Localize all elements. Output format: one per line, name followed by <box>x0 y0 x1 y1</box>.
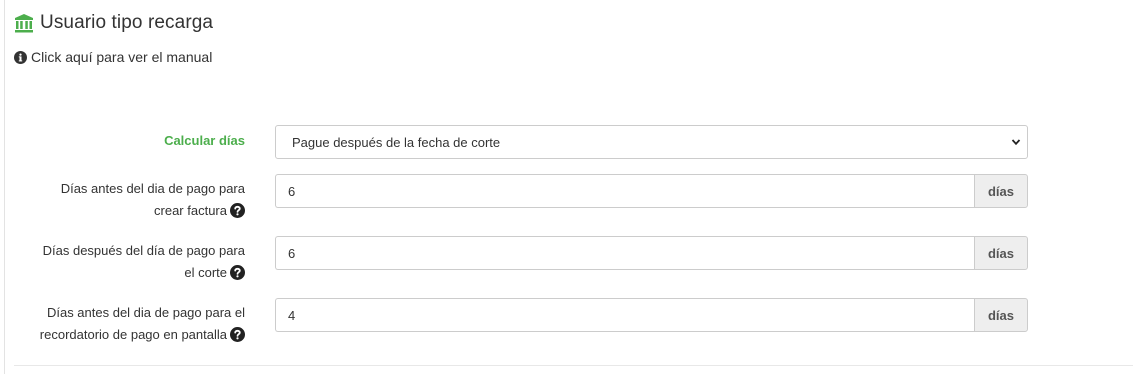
dias-despues-corte-label-line2: el corte <box>184 265 227 280</box>
help-icon[interactable] <box>230 203 245 218</box>
dias-antes-factura-input[interactable] <box>275 174 974 208</box>
panel-divider <box>14 365 1133 366</box>
dias-despues-corte-group: días <box>275 236 1028 270</box>
dias-antes-factura-label-line2: crear factura <box>154 203 227 218</box>
info-icon <box>14 50 27 64</box>
help-icon[interactable] <box>230 265 245 280</box>
dias-addon: días <box>974 174 1028 208</box>
dias-antes-recordatorio-label-line1: Días antes del dia de pago para el <box>46 305 245 320</box>
dias-despues-corte-label-line1: Días después del día de pago para <box>42 243 245 258</box>
chevron-down-icon <box>1011 139 1021 146</box>
calcular-dias-selected: Pague después de la fecha de corte <box>292 134 501 150</box>
calcular-dias-label: Calcular días <box>164 133 245 148</box>
dias-addon: días <box>974 236 1028 270</box>
dias-addon: días <box>974 298 1028 332</box>
dias-despues-corte-label: Días después del día de pago para el cor… <box>5 240 245 284</box>
dias-antes-recordatorio-group: días <box>275 298 1028 332</box>
bank-icon <box>14 13 34 33</box>
manual-link-text[interactable]: Click aquí para ver el manual <box>31 49 212 65</box>
dias-antes-recordatorio-input[interactable] <box>275 298 974 332</box>
dias-antes-factura-group: días <box>275 174 1028 208</box>
page-title: Usuario tipo recarga <box>40 12 214 33</box>
manual-link[interactable]: Click aquí para ver el manual <box>14 49 212 65</box>
dias-antes-recordatorio-label-line2: recordatorio de pago en pantalla <box>39 327 227 342</box>
dias-antes-factura-label: Días antes del dia de pago para crear fa… <box>5 178 245 222</box>
calcular-dias-select[interactable]: Pague después de la fecha de corte <box>275 125 1028 159</box>
help-icon[interactable] <box>230 327 245 342</box>
page-header: Usuario tipo recarga <box>14 12 213 34</box>
dias-antes-factura-label-line1: Días antes del dia de pago para <box>60 181 245 196</box>
dias-antes-recordatorio-label: Días antes del dia de pago para el recor… <box>5 302 245 346</box>
dias-despues-corte-input[interactable] <box>275 236 974 270</box>
